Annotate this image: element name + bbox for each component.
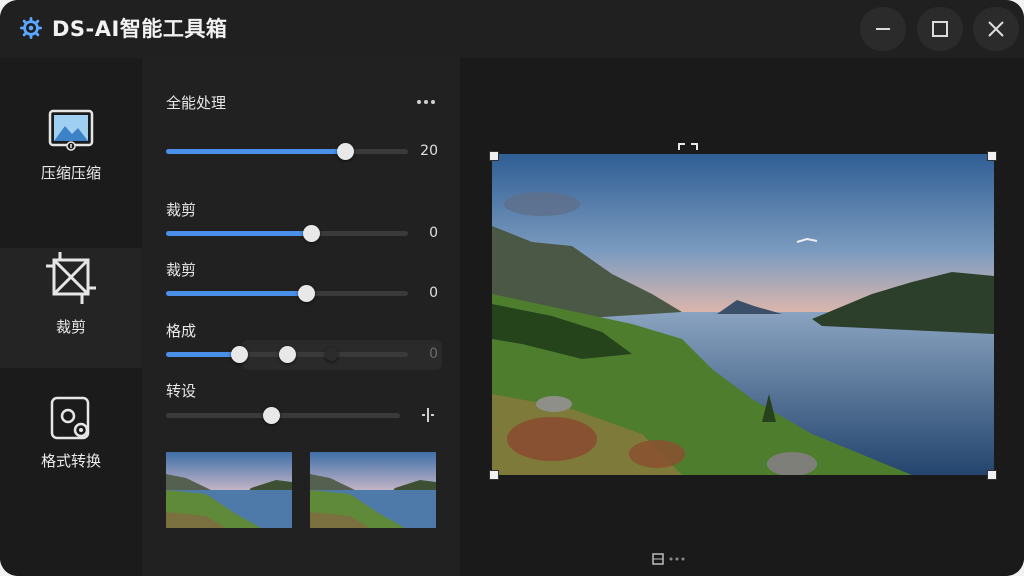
slider-value: 0: [429, 346, 438, 362]
nav-item-compress[interactable]: 压缩压缩: [0, 108, 142, 228]
nav-item-crop[interactable]: 裁剪: [0, 248, 142, 368]
close-icon: [988, 21, 1004, 37]
sidebar-nav: 压缩压缩 裁剪 格式转换: [0, 58, 142, 576]
image-compress-icon: [48, 109, 94, 151]
panel-title: 全能处理: [166, 94, 227, 112]
slider-label: 格成: [166, 322, 197, 340]
slider-fill: [166, 291, 307, 296]
crop-handle-bottom-left[interactable]: [489, 470, 499, 480]
slider-track[interactable]: [166, 285, 408, 302]
gear-icon: [20, 17, 42, 39]
minimize-button[interactable]: [860, 7, 906, 51]
settings-panel: 全能处理 20 裁剪 0 裁剪 0 格成 0 转设: [142, 58, 460, 576]
app-window: DS-AI智能工具箱 压缩压缩 裁剪 格式转换 全能处理 20 裁剪 0 裁剪 …: [0, 0, 1024, 576]
slider-track[interactable]: [166, 407, 400, 424]
nav-label-compress: 压缩压缩: [40, 164, 101, 182]
landscape-thumbnail-2[interactable]: [310, 452, 436, 528]
slider-thumb[interactable]: [279, 346, 296, 363]
slider-thumb[interactable]: [324, 348, 338, 361]
slider-track[interactable]: [166, 143, 408, 160]
crop-icon: [46, 252, 96, 304]
app-title: DS-AI智能工具箱: [52, 17, 228, 41]
crop-handle-top-right[interactable]: [987, 151, 997, 161]
crop-handle-bottom-right[interactable]: [987, 470, 997, 480]
crop-handle-top-left[interactable]: [489, 151, 499, 161]
slider-thumb[interactable]: [263, 407, 281, 424]
slider-track[interactable]: [166, 225, 408, 242]
lake-landscape-photo[interactable]: [492, 154, 994, 475]
landscape-thumbnail-1[interactable]: [166, 452, 292, 528]
slider-thumb[interactable]: [337, 143, 355, 160]
chevron-dots-icon: [669, 557, 685, 561]
maximize-button[interactable]: [917, 7, 963, 51]
minimize-icon: [876, 28, 890, 30]
slider-label: 裁剪: [166, 201, 197, 219]
format-convert-icon: [50, 396, 90, 440]
slider-track[interactable]: [166, 346, 408, 363]
slider-label: 转设: [166, 382, 197, 400]
nav-label-format: 格式转换: [40, 452, 101, 470]
slider-value: 0: [429, 225, 438, 241]
maximize-icon: [932, 21, 948, 37]
slider-fill: [166, 231, 312, 236]
slider-thumb[interactable]: [303, 225, 321, 242]
close-button[interactable]: [973, 7, 1019, 51]
slider-fill: [166, 149, 346, 154]
nav-label-crop: 裁剪: [55, 318, 86, 336]
more-horizontal-icon[interactable]: [416, 99, 436, 105]
slider-thumb[interactable]: [230, 346, 248, 363]
nav-item-format[interactable]: 格式转换: [0, 394, 142, 514]
slider-thumb[interactable]: [298, 285, 316, 302]
title-bar: DS-AI智能工具箱: [0, 0, 1024, 58]
image-size-icon: [652, 553, 664, 565]
slider-label: 裁剪: [166, 261, 197, 279]
slider-value: 20: [420, 143, 438, 159]
image-preview: [460, 58, 1024, 576]
slider-value: 0: [429, 285, 438, 301]
image-size-indicator[interactable]: [652, 551, 686, 567]
split-icon[interactable]: [420, 407, 436, 423]
slider-fill: [166, 352, 239, 357]
